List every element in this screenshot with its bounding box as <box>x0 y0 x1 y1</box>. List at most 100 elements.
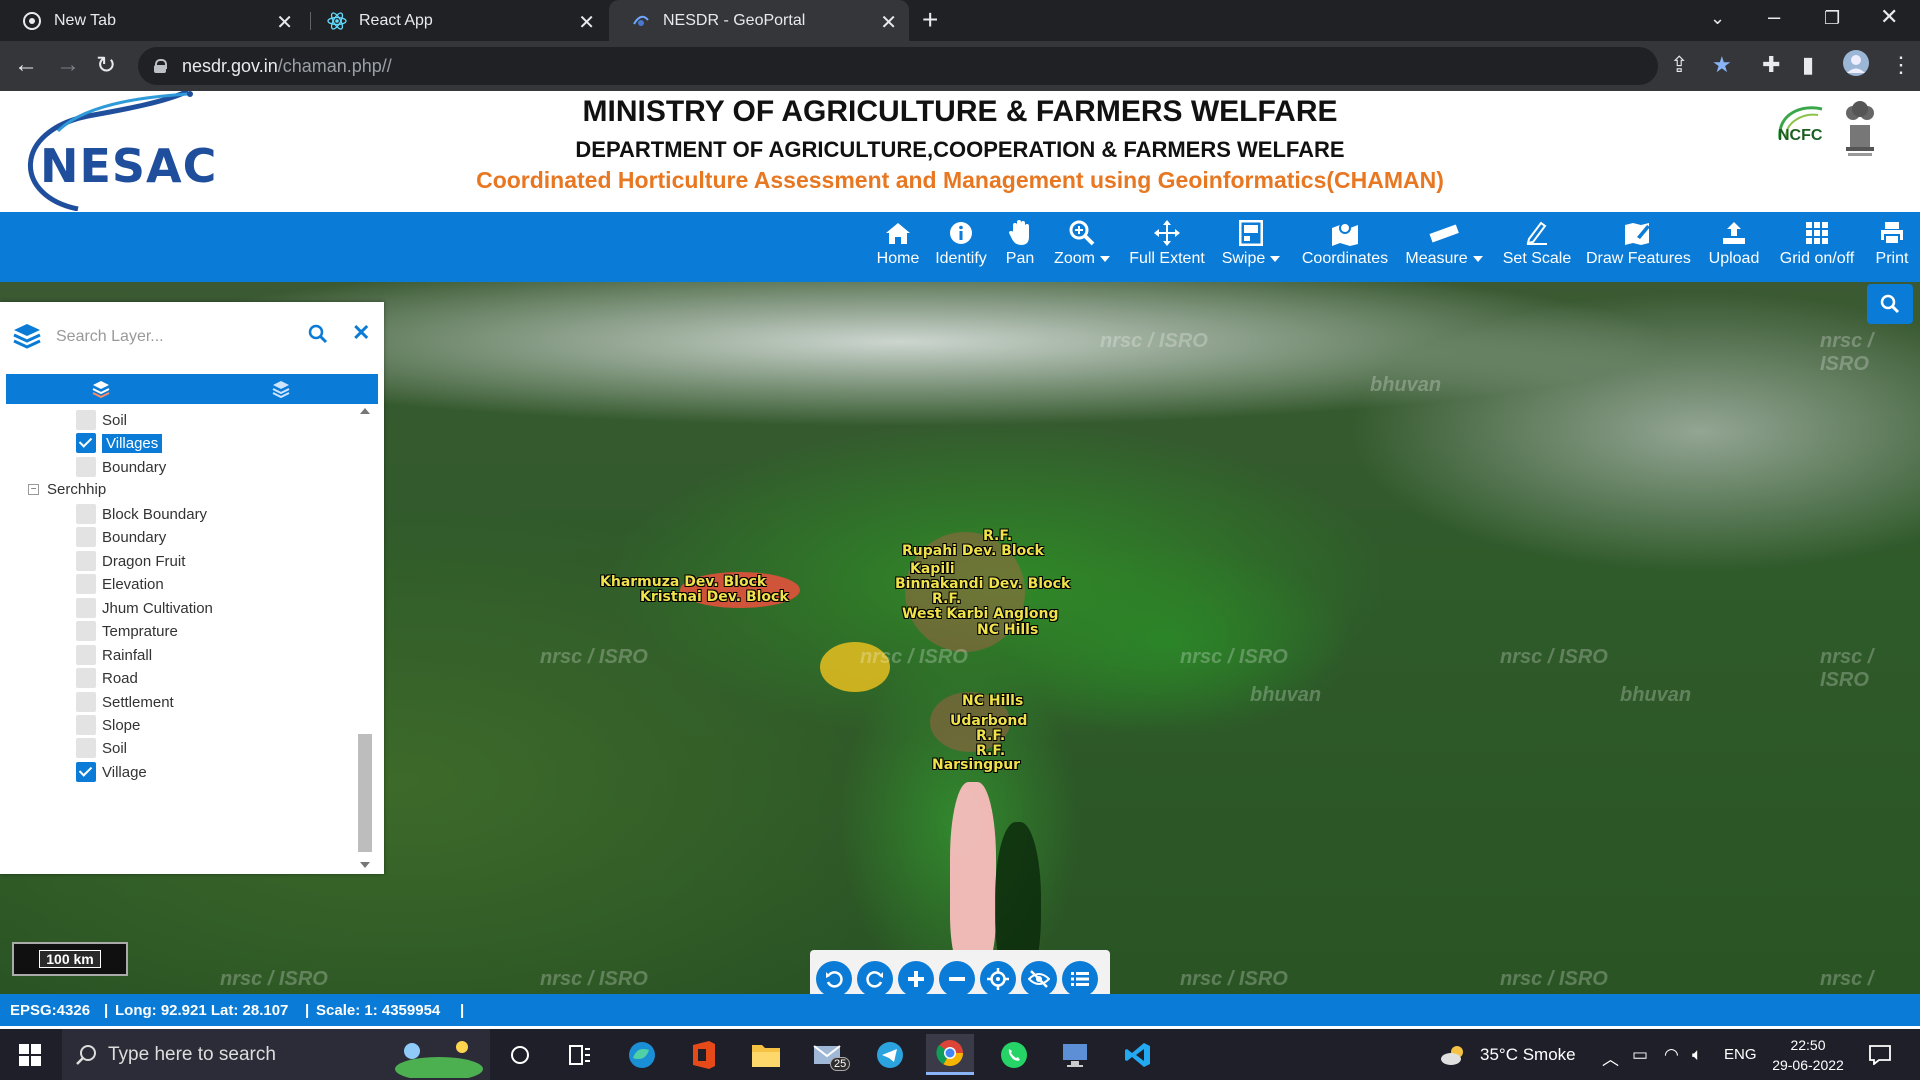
locate-button[interactable] <box>980 961 1016 997</box>
layer-item-slope[interactable]: Slope <box>76 715 140 735</box>
menu-kebab-icon[interactable]: ⋮ <box>1890 52 1912 78</box>
scroll-down-icon[interactable] <box>360 862 370 868</box>
language-indicator[interactable]: ENG <box>1724 1046 1757 1063</box>
layer-checkbox[interactable] <box>76 645 96 665</box>
widgets-icon[interactable] <box>564 1039 596 1071</box>
layer-checkbox[interactable] <box>76 692 96 712</box>
layer-item-boundary[interactable]: Boundary <box>76 457 166 477</box>
layer-item-village[interactable]: Village <box>76 762 147 782</box>
swipe-button[interactable]: Swipe <box>1218 218 1284 268</box>
map-search-button[interactable] <box>1867 284 1913 324</box>
windows-start-icon[interactable] <box>14 1039 46 1071</box>
full-extent-button[interactable]: Full Extent <box>1128 218 1206 268</box>
tab-base-layers-icon[interactable] <box>92 380 110 403</box>
draw-features-button[interactable]: Draw Features <box>1586 218 1691 268</box>
layer-checkbox[interactable] <box>76 621 96 641</box>
tab-overlay-layers-icon[interactable] <box>272 380 290 403</box>
battery-icon[interactable]: ▭ <box>1632 1045 1648 1065</box>
layer-group-serchhip[interactable]: − Serchhip <box>28 481 106 498</box>
minimize-icon[interactable]: – <box>1768 4 1780 30</box>
volume-icon[interactable]: 🔈︎ <box>1692 1045 1702 1065</box>
layer-item-settlement[interactable]: Settlement <box>76 692 174 712</box>
office-icon[interactable] <box>688 1039 720 1071</box>
taskbar-search[interactable]: Type here to search <box>62 1029 490 1080</box>
legend-button[interactable] <box>1062 961 1098 997</box>
redo-view-button[interactable] <box>857 961 893 997</box>
pan-button[interactable]: Pan <box>1002 218 1038 268</box>
telegram-icon[interactable] <box>874 1039 906 1071</box>
zoom-button[interactable]: Zoom <box>1050 218 1114 268</box>
layer-item-boundary[interactable]: Boundary <box>76 527 166 547</box>
whatsapp-icon[interactable] <box>998 1039 1030 1071</box>
layer-item-jhum-cultivation[interactable]: Jhum Cultivation <box>76 598 213 618</box>
clock[interactable]: 22:50 29-06-2022 <box>1768 1035 1848 1075</box>
zoom-in-button[interactable] <box>898 961 934 997</box>
scrollbar-thumb[interactable] <box>358 734 372 852</box>
browser-tab-nesdr[interactable]: NESDR - GeoPortal ✕ <box>609 0 909 41</box>
tab-search-icon[interactable]: ⌄ <box>1710 8 1725 29</box>
scroll-up-icon[interactable] <box>360 408 370 414</box>
layer-checkbox[interactable] <box>76 551 96 571</box>
layer-item-dragon-fruit[interactable]: Dragon Fruit <box>76 551 185 571</box>
layer-scrollbar[interactable] <box>356 406 374 872</box>
layer-item-rainfall[interactable]: Rainfall <box>76 645 152 665</box>
set-scale-button[interactable]: Set Scale <box>1502 218 1572 268</box>
reload-icon[interactable]: ↻ <box>96 51 116 80</box>
layer-search-input[interactable]: Search Layer... <box>56 328 164 346</box>
back-icon[interactable]: ← <box>14 51 38 79</box>
side-panel-icon[interactable]: ▮ <box>1802 52 1814 78</box>
close-window-icon[interactable]: ✕ <box>1880 4 1898 30</box>
identify-button[interactable]: Identify <box>928 218 994 268</box>
close-tab-icon[interactable]: ✕ <box>276 10 293 35</box>
close-tab-icon[interactable]: ✕ <box>578 10 595 35</box>
layer-item-villages[interactable]: Villages <box>76 433 163 453</box>
undo-view-button[interactable] <box>816 961 852 997</box>
extensions-puzzle-icon[interactable]: ✚ <box>1762 52 1780 78</box>
coordinates-button[interactable]: Coordinates <box>1300 218 1390 268</box>
mail-icon[interactable]: 25 <box>812 1039 851 1071</box>
layer-item-temprature[interactable]: Temprature <box>76 621 178 641</box>
address-bar[interactable]: nesdr.gov.in/chaman.php// <box>138 47 1658 85</box>
new-tab-button[interactable]: + <box>922 4 938 36</box>
layer-item-elevation[interactable]: Elevation <box>76 574 164 594</box>
layer-checkbox[interactable] <box>76 504 96 524</box>
layer-item-soil[interactable]: Soil <box>76 410 127 430</box>
hide-layers-button[interactable] <box>1021 961 1057 997</box>
layer-checkbox[interactable] <box>76 738 96 758</box>
collapse-icon[interactable]: − <box>28 484 39 495</box>
share-icon[interactable]: ⇪ <box>1670 52 1688 78</box>
layer-checkbox[interactable] <box>76 457 96 477</box>
layer-checkbox[interactable] <box>76 668 96 688</box>
layer-checkbox[interactable] <box>76 762 96 782</box>
search-icon[interactable] <box>308 324 328 349</box>
grid-toggle-button[interactable]: Grid on/off <box>1774 218 1860 268</box>
layer-item-road[interactable]: Road <box>76 668 138 688</box>
layer-checkbox[interactable] <box>76 527 96 547</box>
task-view-icon[interactable] <box>504 1039 536 1071</box>
bookmark-star-icon[interactable]: ★ <box>1712 52 1732 78</box>
browser-tab-react-app[interactable]: React App ✕ <box>305 0 607 41</box>
layer-checkbox[interactable] <box>76 574 96 594</box>
layer-checkbox[interactable] <box>76 410 96 430</box>
layer-item-soil[interactable]: Soil <box>76 738 127 758</box>
vscode-icon[interactable] <box>1122 1039 1154 1071</box>
notification-icon[interactable] <box>1864 1039 1896 1071</box>
chrome-taskbar-icon[interactable] <box>926 1034 974 1075</box>
layer-checkbox[interactable] <box>76 598 96 618</box>
measure-button[interactable]: Measure <box>1402 218 1486 268</box>
upload-button[interactable]: Upload <box>1704 218 1764 268</box>
remote-desktop-icon[interactable] <box>1060 1039 1092 1071</box>
home-button[interactable]: Home <box>868 218 928 268</box>
wifi-icon[interactable]: ◠ <box>1664 1045 1679 1065</box>
weather-text[interactable]: 35°C Smoke <box>1480 1045 1576 1065</box>
print-button[interactable]: Print <box>1872 218 1912 268</box>
weather-icon[interactable] <box>1438 1039 1470 1071</box>
close-tab-icon[interactable]: ✕ <box>880 10 897 35</box>
layer-item-block-boundary[interactable]: Block Boundary <box>76 504 207 524</box>
zoom-out-button[interactable] <box>939 961 975 997</box>
restore-icon[interactable]: ❐ <box>1824 8 1840 29</box>
file-explorer-icon[interactable] <box>750 1039 782 1071</box>
edge-browser-icon[interactable] <box>626 1039 658 1071</box>
layer-checkbox[interactable] <box>76 715 96 735</box>
profile-avatar[interactable] <box>1842 49 1870 83</box>
